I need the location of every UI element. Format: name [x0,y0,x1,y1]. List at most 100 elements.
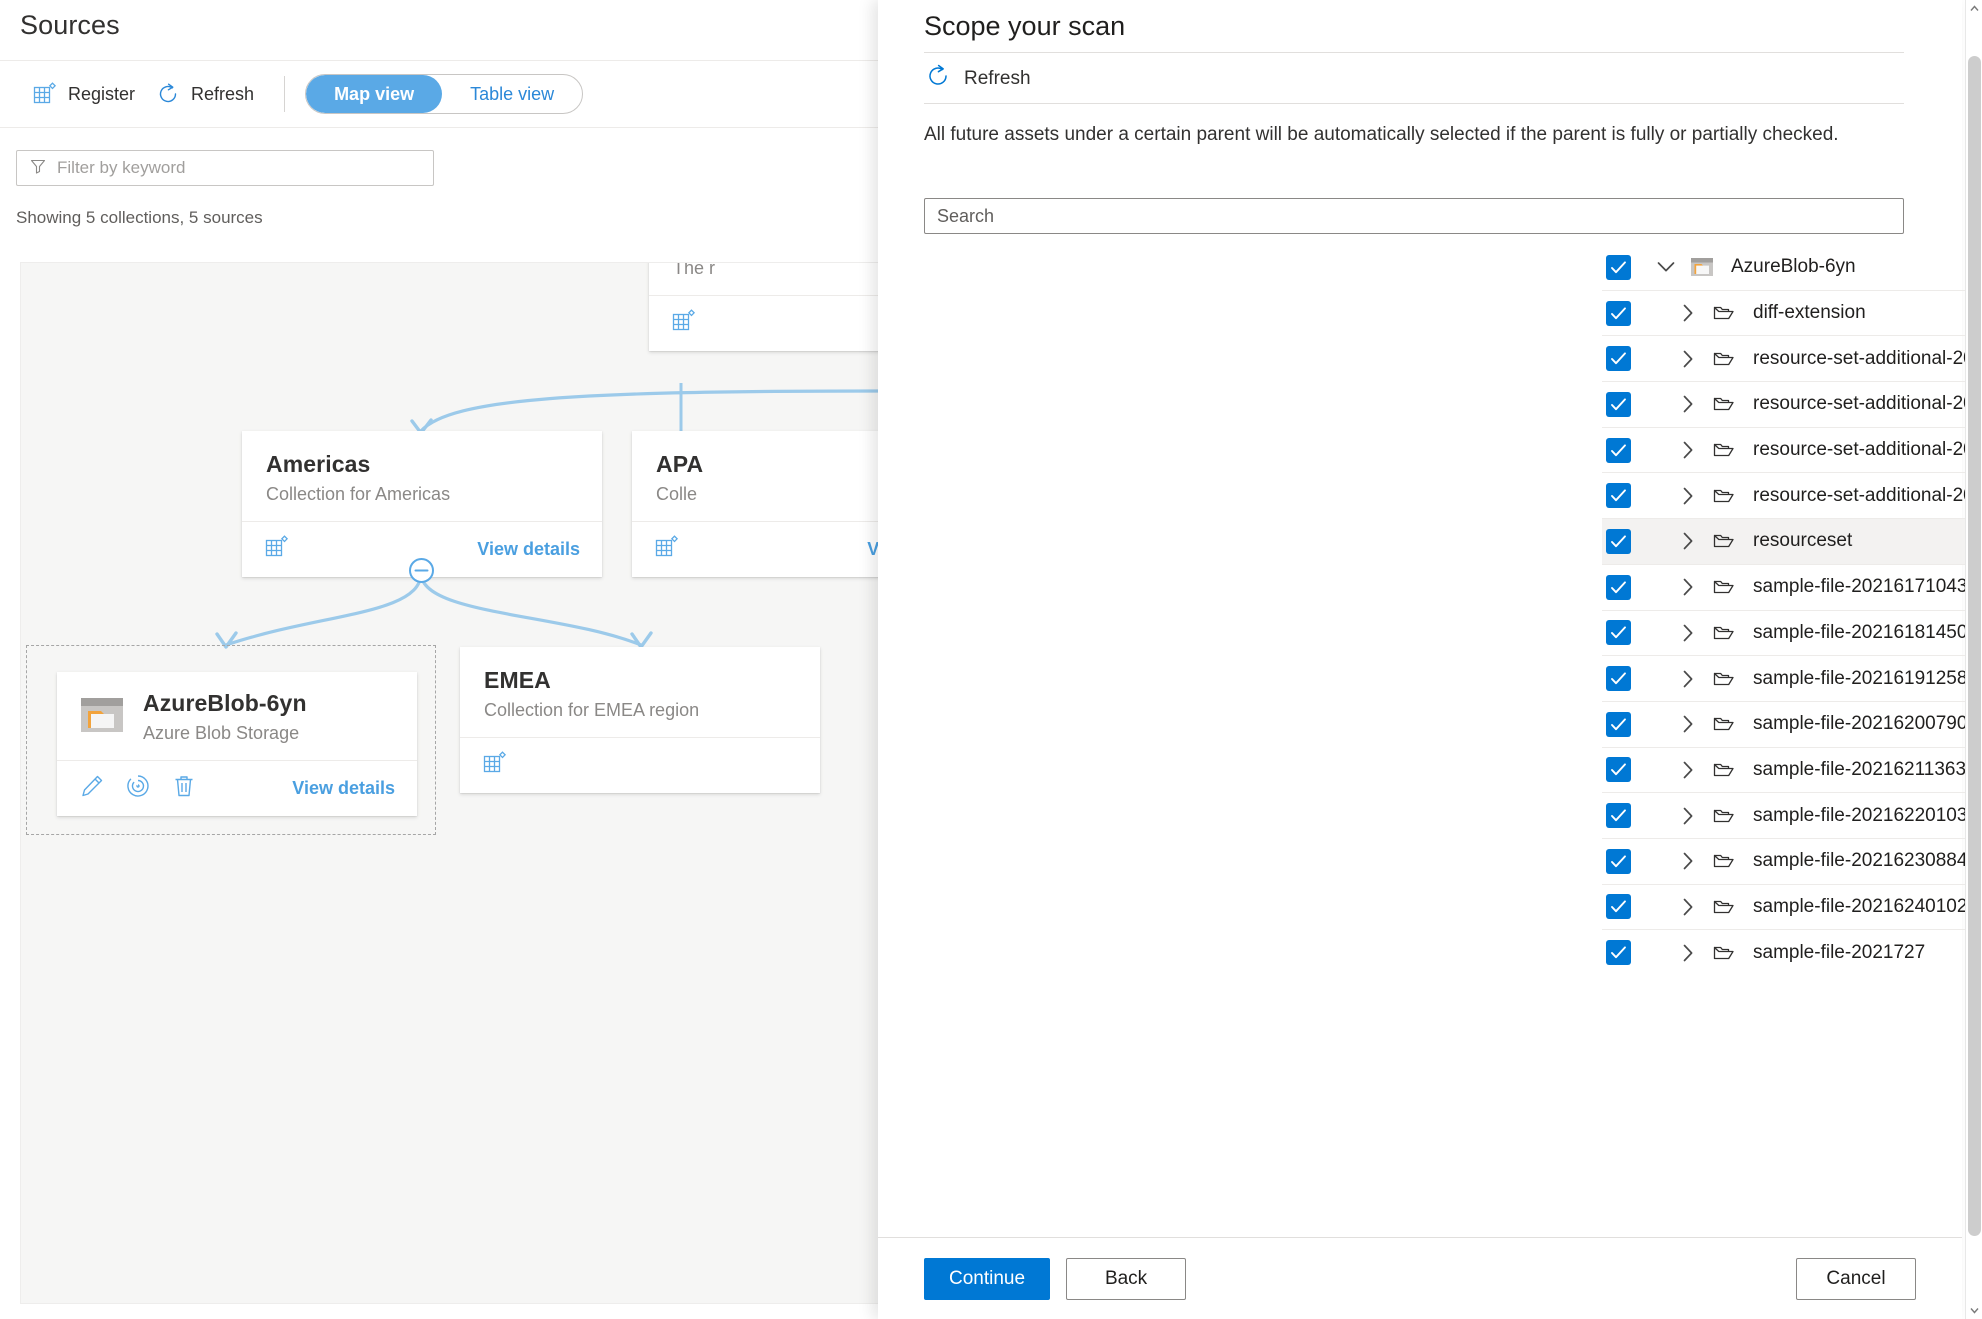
page-scrollbar[interactable] [1965,0,1982,1319]
tree-row-checkbox[interactable] [1606,300,1631,326]
tree-row-checkbox[interactable] [1606,803,1631,829]
map-node-body: Americas Collection for Americas [242,431,602,521]
panel-search-box[interactable] [924,198,1904,234]
cancel-button[interactable]: Cancel [1796,1257,1916,1300]
tree-row-checkbox[interactable] [1606,848,1631,874]
tree-row-label: resource-set-additional-2021-2-27-23-993 [1753,393,1982,415]
tree-row[interactable]: sample-file-2021727 [1602,930,1982,968]
chevron-right-icon[interactable] [1676,712,1700,736]
chevron-right-icon[interactable] [1676,438,1700,462]
tree-row[interactable]: diff-extension [1602,291,1982,337]
folder-icon [1711,437,1737,463]
tree-row[interactable]: sample-file-202161912584psk1 [1602,656,1982,702]
chevron-right-icon[interactable] [1676,484,1700,508]
chevron-right-icon[interactable] [1676,758,1700,782]
tree-row-checkbox[interactable] [1606,620,1631,646]
tree-row[interactable]: sample-file-20216211363824n1 [1602,748,1982,794]
tree-row-label: resourceset [1753,530,1853,552]
folder-icon [1711,666,1737,692]
scope-search-input[interactable] [937,205,1891,227]
panel-refresh-button[interactable]: Refresh [924,58,1031,100]
folder-icon [1711,300,1737,326]
tree-row-label: resource-set-additional-2021-2-28-23-591 [1753,439,1982,461]
tree-row-checkbox[interactable] [1606,666,1631,692]
app-root: Sources Register Refresh Map view Table … [0,0,1982,1319]
folder-icon [1711,940,1737,966]
tree-row-checkbox[interactable] [1606,528,1631,554]
chevron-right-icon[interactable] [1676,301,1700,325]
tree-row-checkbox[interactable] [1606,437,1631,463]
page-scroll-up-icon[interactable] [1966,0,1982,17]
tree-row[interactable]: sample-file-20216220103r68n [1602,793,1982,839]
scan-target-icon[interactable] [125,773,151,804]
tree-row-checkbox[interactable] [1606,940,1631,966]
tree-row[interactable]: sample-file-202162401029p63g [1602,885,1982,931]
edit-pencil-icon[interactable] [79,773,105,804]
register-button[interactable]: Register [22,75,145,113]
tree-row[interactable]: resource-set-additional-2021-3-15-7-515 [1602,473,1982,520]
collection-grid-icon[interactable] [654,534,680,565]
tree-row-label: sample-file-20216211363824n1 [1753,758,1982,780]
chevron-right-icon[interactable] [1676,804,1700,828]
chevron-down-icon[interactable] [1654,255,1678,279]
filter-funnel-icon [29,157,47,180]
filter-by-keyword-box[interactable] [16,150,434,186]
collection-grid-icon[interactable] [482,750,508,781]
tree-row-checkbox[interactable] [1606,711,1631,737]
tree-row[interactable]: resource-set-additional-2021-2-28-23-591 [1602,428,1982,474]
map-node-title: Americas [266,451,371,477]
chevron-right-icon[interactable] [1676,895,1700,919]
delete-trash-icon[interactable] [171,773,197,804]
tree-row-label: resource-set-additional-2021-3-15-7-515 [1753,484,1982,506]
back-button[interactable]: Back [1066,1257,1187,1300]
panel-footer: Continue Back Cancel [878,1238,1962,1319]
tree-row[interactable]: sample-file-2021617104381yds [1602,565,1982,611]
folder-icon [1711,528,1737,554]
continue-button[interactable]: Continue [924,1257,1051,1300]
collapse-minus-circle-icon[interactable] [408,557,435,584]
tree-row[interactable]: resource-set-additional-2021-2-27-23-993 [1602,382,1982,428]
tree-row[interactable]: AzureBlob-6yn [1602,245,1982,291]
tree-row[interactable]: resourceset [1602,519,1982,565]
tree-row-checkbox[interactable] [1606,483,1631,509]
page-scrollbar-thumb[interactable] [1968,56,1981,1236]
page-scroll-down-icon[interactable] [1966,1302,1982,1319]
tree-row-checkbox[interactable] [1606,574,1631,600]
map-node-apac[interactable]: APA Colle View details [632,431,879,577]
tab-table-view[interactable]: Table view [442,75,582,113]
view-details-link[interactable]: View details [477,539,580,560]
tree-row[interactable]: sample-file-20216230884b8am [1602,839,1982,885]
tree-row-checkbox[interactable] [1606,391,1631,417]
map-node-adpurview[interactable]: adpu The r View details [649,263,879,351]
tree-row[interactable]: sample-file-20216200790xg2h [1602,702,1982,748]
collection-grid-icon[interactable] [671,308,697,339]
tree-row[interactable]: resource-set-additional-2021-2-26-23-991 [1602,336,1982,383]
chevron-right-icon[interactable] [1676,849,1700,873]
chevron-right-icon[interactable] [1676,941,1700,965]
view-details-link[interactable]: View details [292,778,395,799]
tab-map-view[interactable]: Map view [306,75,443,113]
search-input[interactable] [57,158,433,178]
tree-row-label: sample-file-20216200790xg2h [1753,713,1982,735]
map-node-americas[interactable]: Americas Collection for Americas View de… [242,431,602,577]
map-node-footer: View details [649,295,879,351]
collection-grid-icon[interactable] [264,534,290,565]
page-title: Sources [20,10,120,40]
map-node-azureblob-6yn[interactable]: AzureBlob-6yn Azure Blob Storage View de… [57,672,417,816]
chevron-right-icon[interactable] [1676,529,1700,553]
tree-row-checkbox[interactable] [1606,757,1631,783]
map-node-body: APA Colle [632,431,879,521]
chevron-right-icon[interactable] [1676,667,1700,691]
tree-row-checkbox[interactable] [1606,254,1631,280]
tree-row[interactable]: sample-file-202161814507r8ie [1602,611,1982,657]
folder-icon [1711,711,1737,737]
chevron-right-icon[interactable] [1676,392,1700,416]
chevron-right-icon[interactable] [1676,621,1700,645]
register-grid-icon [32,81,58,107]
refresh-button[interactable]: Refresh [145,75,264,113]
tree-row-checkbox[interactable] [1606,346,1631,372]
tree-row-checkbox[interactable] [1606,894,1631,920]
chevron-right-icon[interactable] [1676,347,1700,371]
chevron-right-icon[interactable] [1676,575,1700,599]
map-node-emea[interactable]: EMEA Collection for EMEA region V [460,647,820,793]
